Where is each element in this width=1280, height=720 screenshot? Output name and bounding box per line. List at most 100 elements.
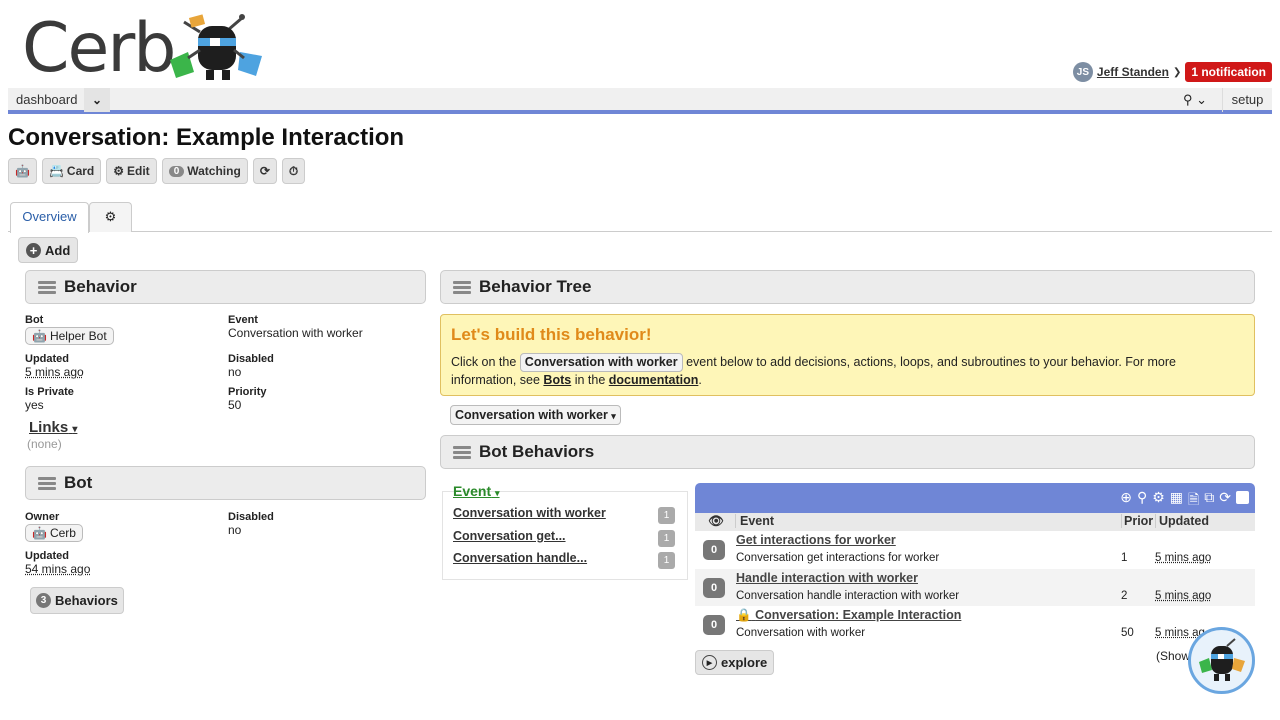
row-badge[interactable]: 0 [703,577,725,598]
export-icon[interactable]: 🗎 [1188,489,1199,513]
search-icon[interactable]: ⚲ [1137,489,1147,513]
prop-updated-value: 5 mins ago [25,365,84,379]
event-filter-item[interactable]: Conversation with worker [453,506,606,520]
prop-private: Is Private yes [25,386,74,412]
add-button-label: Add [45,242,71,258]
prop-private-value: yes [25,398,44,412]
play-icon: ▶ [702,655,717,670]
gear-icon[interactable]: ⚙ [1152,489,1165,513]
refresh-icon: ⟳ [259,164,270,178]
eye-icon[interactable]: 👁 [708,514,724,529]
add-widget-button[interactable]: + Add [18,237,79,263]
prop-priority-value: 50 [228,398,242,412]
event-filter-count: 1 [658,507,675,524]
cerb-logo[interactable]: Cerb [22,10,272,88]
links-menu[interactable]: Links ▾ [29,419,77,436]
hamburger-menu-icon[interactable] [453,280,471,294]
prop-bot-disabled: Disabled no [228,511,274,537]
row-title-link[interactable]: Get interactions for worker [736,533,896,547]
help-bots-link[interactable]: Bots [543,373,571,387]
event-filter-item[interactable]: Conversation get... [453,529,566,543]
lock-icon: 🔒 [736,608,752,622]
help-box: Let's build this behavior! Click on the … [440,314,1255,396]
bot-section-header[interactable]: Bot [25,466,426,500]
row-event: Conversation with worker [736,627,866,639]
explore-button[interactable]: ▶ explore [695,650,775,675]
prop-owner: Owner 🤖 Cerb [25,511,83,542]
bot-behaviors-section-header[interactable]: Bot Behaviors [440,435,1255,469]
help-documentation-link[interactable]: documentation [609,373,699,387]
event-filter-menu[interactable]: Event ▾ [453,483,500,499]
event-node-label: Conversation with worker [455,408,608,422]
column-updated[interactable]: Updated [1155,514,1209,528]
row-event: Conversation get interactions for worker [736,552,940,564]
chart-icon[interactable]: ▦ [1170,489,1183,513]
prop-bot-updated: Updated 54 mins ago [25,550,90,576]
row-title-link[interactable]: Handle interaction with worker [736,571,918,585]
column-priority[interactable]: Prior [1121,514,1153,528]
nav-setup-link[interactable]: setup [1222,88,1272,112]
behavior-section-title: Behavior [64,277,137,296]
prop-priority: Priority 50 [228,386,267,412]
chevron-down-icon[interactable]: ❯ [1173,67,1181,78]
hamburger-menu-icon[interactable] [38,476,56,490]
card-button[interactable]: 📇 Card [41,158,102,184]
bot-section-title: Bot [64,473,93,492]
copy-icon[interactable]: ⧉ [1204,489,1214,513]
event-filter-item[interactable]: Conversation handle... [453,551,587,565]
refresh-button[interactable]: ⟳ [252,158,277,184]
owner-chip[interactable]: 🤖 Cerb [25,524,83,542]
cerb-icon: 🤖 [32,526,47,540]
refresh-icon[interactable]: ⟳ [1219,489,1231,513]
behavior-tree-section-header[interactable]: Behavior Tree [440,270,1255,304]
row-title-text: Conversation: Example Interaction [755,608,962,622]
add-circle-icon[interactable]: ⊕ [1120,489,1132,513]
help-title: Let's build this behavior! [451,325,652,344]
behavior-section-header[interactable]: Behavior [25,270,426,304]
row-title-link[interactable]: 🔒 Conversation: Example Interaction [736,608,961,623]
edit-button[interactable]: ⚙ Edit [106,158,157,184]
event-node-dropdown[interactable]: Conversation with worker ▾ [450,405,621,425]
help-text: Click on the Conversation with worker ev… [451,353,1244,389]
timer-button[interactable]: ⏱ [281,158,306,184]
nav-dashboard-tab[interactable]: dashboard [8,88,87,112]
notifications-badge[interactable]: 1 notification [1185,62,1272,82]
nav-dashboard-menu-chevron-icon[interactable]: ⌄ [84,88,110,112]
cerb-bot-icon [170,14,262,80]
tab-overview[interactable]: Overview [10,202,89,233]
bot-profile-button[interactable]: 🤖 [8,158,37,184]
prop-bot-disabled-label: Disabled [228,511,274,523]
table-row: 0 Get interactions for worker Conversati… [695,531,1255,569]
prop-disabled-value: no [228,365,242,379]
row-badge[interactable]: 0 [703,615,725,635]
row-priority: 1 [1121,552,1128,564]
record-toolbar: 🤖 📇 Card ⚙ Edit 0 Watching ⟳ ⏱ [8,158,306,184]
links-empty: (none) [27,437,62,451]
search-icon[interactable]: ⚲ ⌄ [1176,88,1214,112]
bot-behaviors-title: Bot Behaviors [479,442,595,461]
row-priority: 2 [1121,589,1128,602]
behaviors-button[interactable]: 3 Behaviors [30,587,124,614]
tab-settings-gear-icon[interactable]: ⚙ [89,202,132,232]
select-all-checkbox[interactable] [1236,491,1249,504]
caret-down-icon: ▾ [72,424,78,435]
user-avatar[interactable]: JS [1072,62,1093,82]
worklist-column-headers: 👁 Event Prior Updated [695,513,1255,531]
owner-chip-label: Cerb [49,526,76,540]
row-badge[interactable]: 0 [703,540,725,560]
bot-chip[interactable]: 🤖 Helper Bot [25,327,114,345]
user-bar: JS Jeff Standen ❯ 1 notification [1072,62,1272,82]
prop-disabled-label: Disabled [228,353,274,365]
row-priority: 50 [1121,627,1134,639]
floating-bot-launcher[interactable] [1188,627,1255,694]
event-filter-count: 1 [658,530,675,547]
column-event[interactable]: Event [735,514,774,528]
prop-updated-label: Updated [25,353,69,365]
help-text-part: in the [574,373,606,387]
hamburger-menu-icon[interactable] [453,445,471,459]
hamburger-menu-icon[interactable] [38,280,56,294]
help-event-chip: Conversation with worker [519,353,683,372]
user-menu-link[interactable]: Jeff Standen [1097,65,1169,79]
watching-button[interactable]: 0 Watching [161,158,248,184]
prop-updated: Updated 5 mins ago [25,353,84,379]
